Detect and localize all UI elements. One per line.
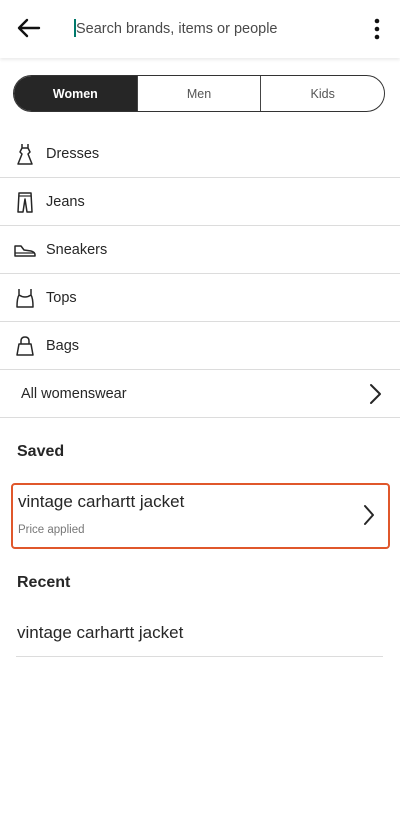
- jeans-icon: [14, 190, 36, 214]
- more-vertical-icon[interactable]: [364, 16, 390, 42]
- saved-search-item[interactable]: vintage carhartt jacket Price applied: [11, 483, 390, 549]
- category-label: Dresses: [46, 145, 100, 162]
- chevron-right-icon: [370, 383, 381, 404]
- saved-search-subtitle: Price applied: [18, 524, 85, 536]
- category-label: Tops: [46, 289, 77, 306]
- saved-section-title: Saved: [17, 443, 65, 460]
- category-label: Jeans: [46, 193, 85, 210]
- bag-icon: [14, 334, 36, 358]
- all-womenswear-link[interactable]: All womenswear: [0, 370, 400, 418]
- gender-segmented-control: Women Men Kids: [13, 75, 385, 112]
- arrow-left-icon[interactable]: [14, 13, 44, 43]
- recent-section-title: Recent: [17, 574, 71, 591]
- dress-icon: [14, 142, 36, 166]
- all-womenswear-label: All womenswear: [21, 385, 127, 402]
- tab-men[interactable]: Men: [136, 76, 261, 111]
- category-item-dresses[interactable]: Dresses: [0, 130, 400, 178]
- tab-women[interactable]: Women: [14, 76, 137, 111]
- sneaker-icon: [14, 238, 36, 262]
- recent-search-label: vintage carhartt jacket: [17, 623, 184, 642]
- search-header: [0, 0, 400, 58]
- recent-search-item[interactable]: vintage carhartt jacket: [16, 610, 383, 657]
- category-item-bags[interactable]: Bags: [0, 322, 400, 370]
- chevron-right-icon: [364, 505, 374, 525]
- category-item-jeans[interactable]: Jeans: [0, 178, 400, 226]
- category-item-tops[interactable]: Tops: [0, 274, 400, 322]
- category-item-sneakers[interactable]: Sneakers: [0, 226, 400, 274]
- category-label: Sneakers: [46, 241, 108, 258]
- top-icon: [14, 286, 36, 310]
- tab-kids[interactable]: Kids: [260, 76, 384, 111]
- saved-search-label: vintage carhartt jacket: [18, 492, 185, 511]
- search-input[interactable]: [70, 16, 350, 42]
- category-label: Bags: [46, 337, 80, 354]
